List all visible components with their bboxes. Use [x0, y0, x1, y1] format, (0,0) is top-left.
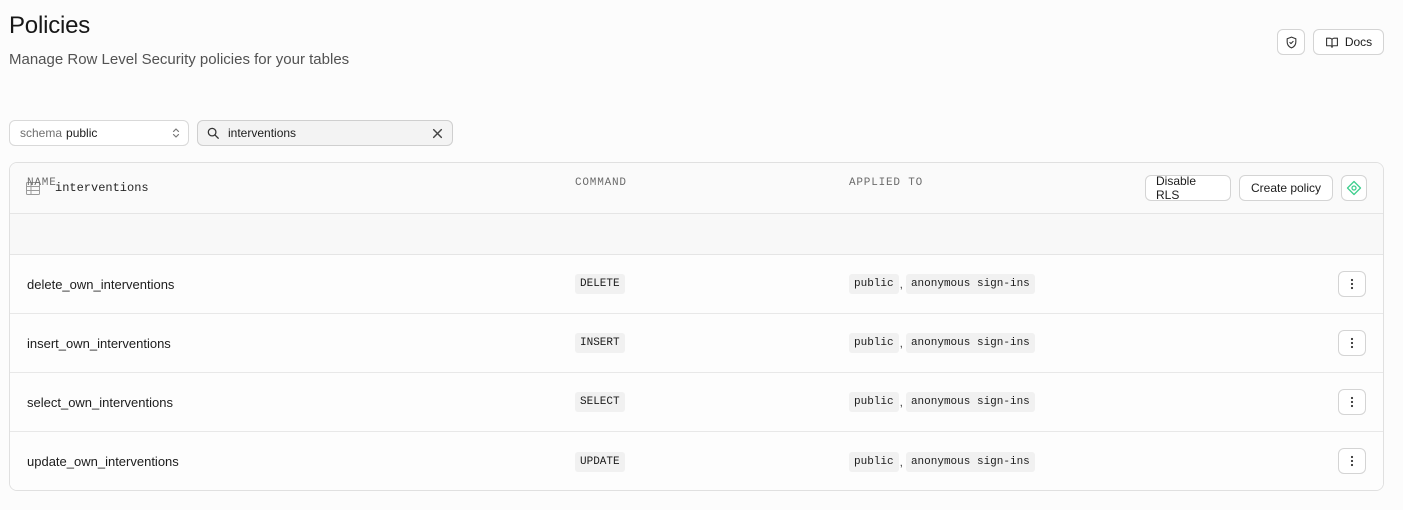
column-header-name: NAME — [27, 177, 57, 189]
table-name: interventions — [55, 181, 149, 195]
page-subtitle: Manage Row Level Security policies for y… — [9, 51, 350, 68]
shield-check-icon — [1286, 36, 1296, 48]
role-pill: anonymous sign-ins — [905, 392, 1035, 412]
table-card-header: interventions Disable RLS Create policy — [10, 163, 1383, 214]
row-actions-button[interactable] — [1338, 448, 1366, 474]
page-title: Policies — [9, 12, 91, 39]
search-icon — [207, 127, 219, 139]
role-pill: public — [849, 451, 899, 472]
table-row[interactable]: select_own_interventions SELECT public ,… — [10, 373, 1383, 432]
schema-select-prefix: schema — [20, 126, 63, 140]
role-pill: public — [849, 274, 899, 294]
column-header-applied-to: APPLIED TO — [849, 177, 924, 189]
schema-select[interactable]: schema public — [9, 120, 189, 146]
create-policy-button[interactable]: Create policy — [1239, 175, 1333, 201]
search-input[interactable] — [228, 126, 418, 140]
policy-command: INSERT — [575, 333, 625, 353]
docs-button-label: Docs — [1344, 35, 1373, 49]
policy-name: delete_own_interventions — [27, 276, 175, 292]
row-actions-button[interactable] — [1338, 330, 1366, 356]
column-header-command: COMMAND — [575, 177, 627, 189]
role-separator: , — [899, 277, 903, 291]
table-actions: Disable RLS Create policy — [1145, 174, 1367, 202]
policy-name: insert_own_interventions — [27, 335, 171, 351]
close-icon[interactable] — [432, 128, 443, 139]
policy-applied-to: public , anonymous sign-ins — [849, 451, 1035, 472]
disable-rls-button[interactable]: Disable RLS — [1145, 174, 1231, 202]
policy-command: DELETE — [575, 274, 625, 294]
top-actions: Docs — [1277, 29, 1384, 55]
diamond-sparkle-icon — [1346, 180, 1362, 196]
policy-applied-to: public , anonymous sign-ins — [849, 392, 1035, 412]
table-column-headers: NAME COMMAND APPLIED TO — [10, 177, 1383, 255]
role-separator: , — [899, 395, 903, 409]
policy-applied-to: public , anonymous sign-ins — [849, 333, 1035, 353]
role-pill: public — [849, 392, 899, 412]
filter-bar: schema public — [9, 120, 453, 146]
table-row[interactable]: update_own_interventions UPDATE public ,… — [10, 432, 1383, 490]
rls-info-button[interactable] — [1277, 29, 1305, 55]
role-separator: , — [899, 336, 903, 350]
schema-select-value: public — [66, 126, 98, 140]
more-vertical-icon — [1350, 396, 1354, 408]
policy-applied-to: public , anonymous sign-ins — [849, 274, 1035, 294]
row-actions-button[interactable] — [1338, 389, 1366, 415]
role-separator: , — [899, 454, 903, 469]
policy-name: select_own_interventions — [27, 394, 173, 410]
table-row[interactable]: insert_own_interventions INSERT public ,… — [10, 314, 1383, 373]
role-pill: anonymous sign-ins — [905, 333, 1035, 353]
role-pill: anonymous sign-ins — [905, 274, 1035, 294]
book-open-icon — [1325, 37, 1338, 48]
role-pill: anonymous sign-ins — [905, 451, 1035, 472]
chevron-up-down-icon — [172, 128, 180, 138]
policy-name: update_own_interventions — [27, 454, 179, 469]
row-actions-button[interactable] — [1338, 271, 1366, 297]
table-row[interactable]: delete_own_interventions DELETE public ,… — [10, 255, 1383, 314]
policy-command: UPDATE — [575, 451, 625, 472]
search-field[interactable] — [197, 120, 453, 146]
role-pill: public — [849, 333, 899, 353]
docs-button[interactable]: Docs — [1313, 29, 1384, 55]
more-vertical-icon — [1350, 278, 1354, 290]
more-vertical-icon — [1350, 337, 1354, 349]
ai-assistant-button[interactable] — [1341, 175, 1367, 201]
policies-table-card: interventions Disable RLS Create policy … — [9, 162, 1384, 491]
more-vertical-icon — [1350, 455, 1354, 467]
policy-command: SELECT — [575, 392, 625, 412]
